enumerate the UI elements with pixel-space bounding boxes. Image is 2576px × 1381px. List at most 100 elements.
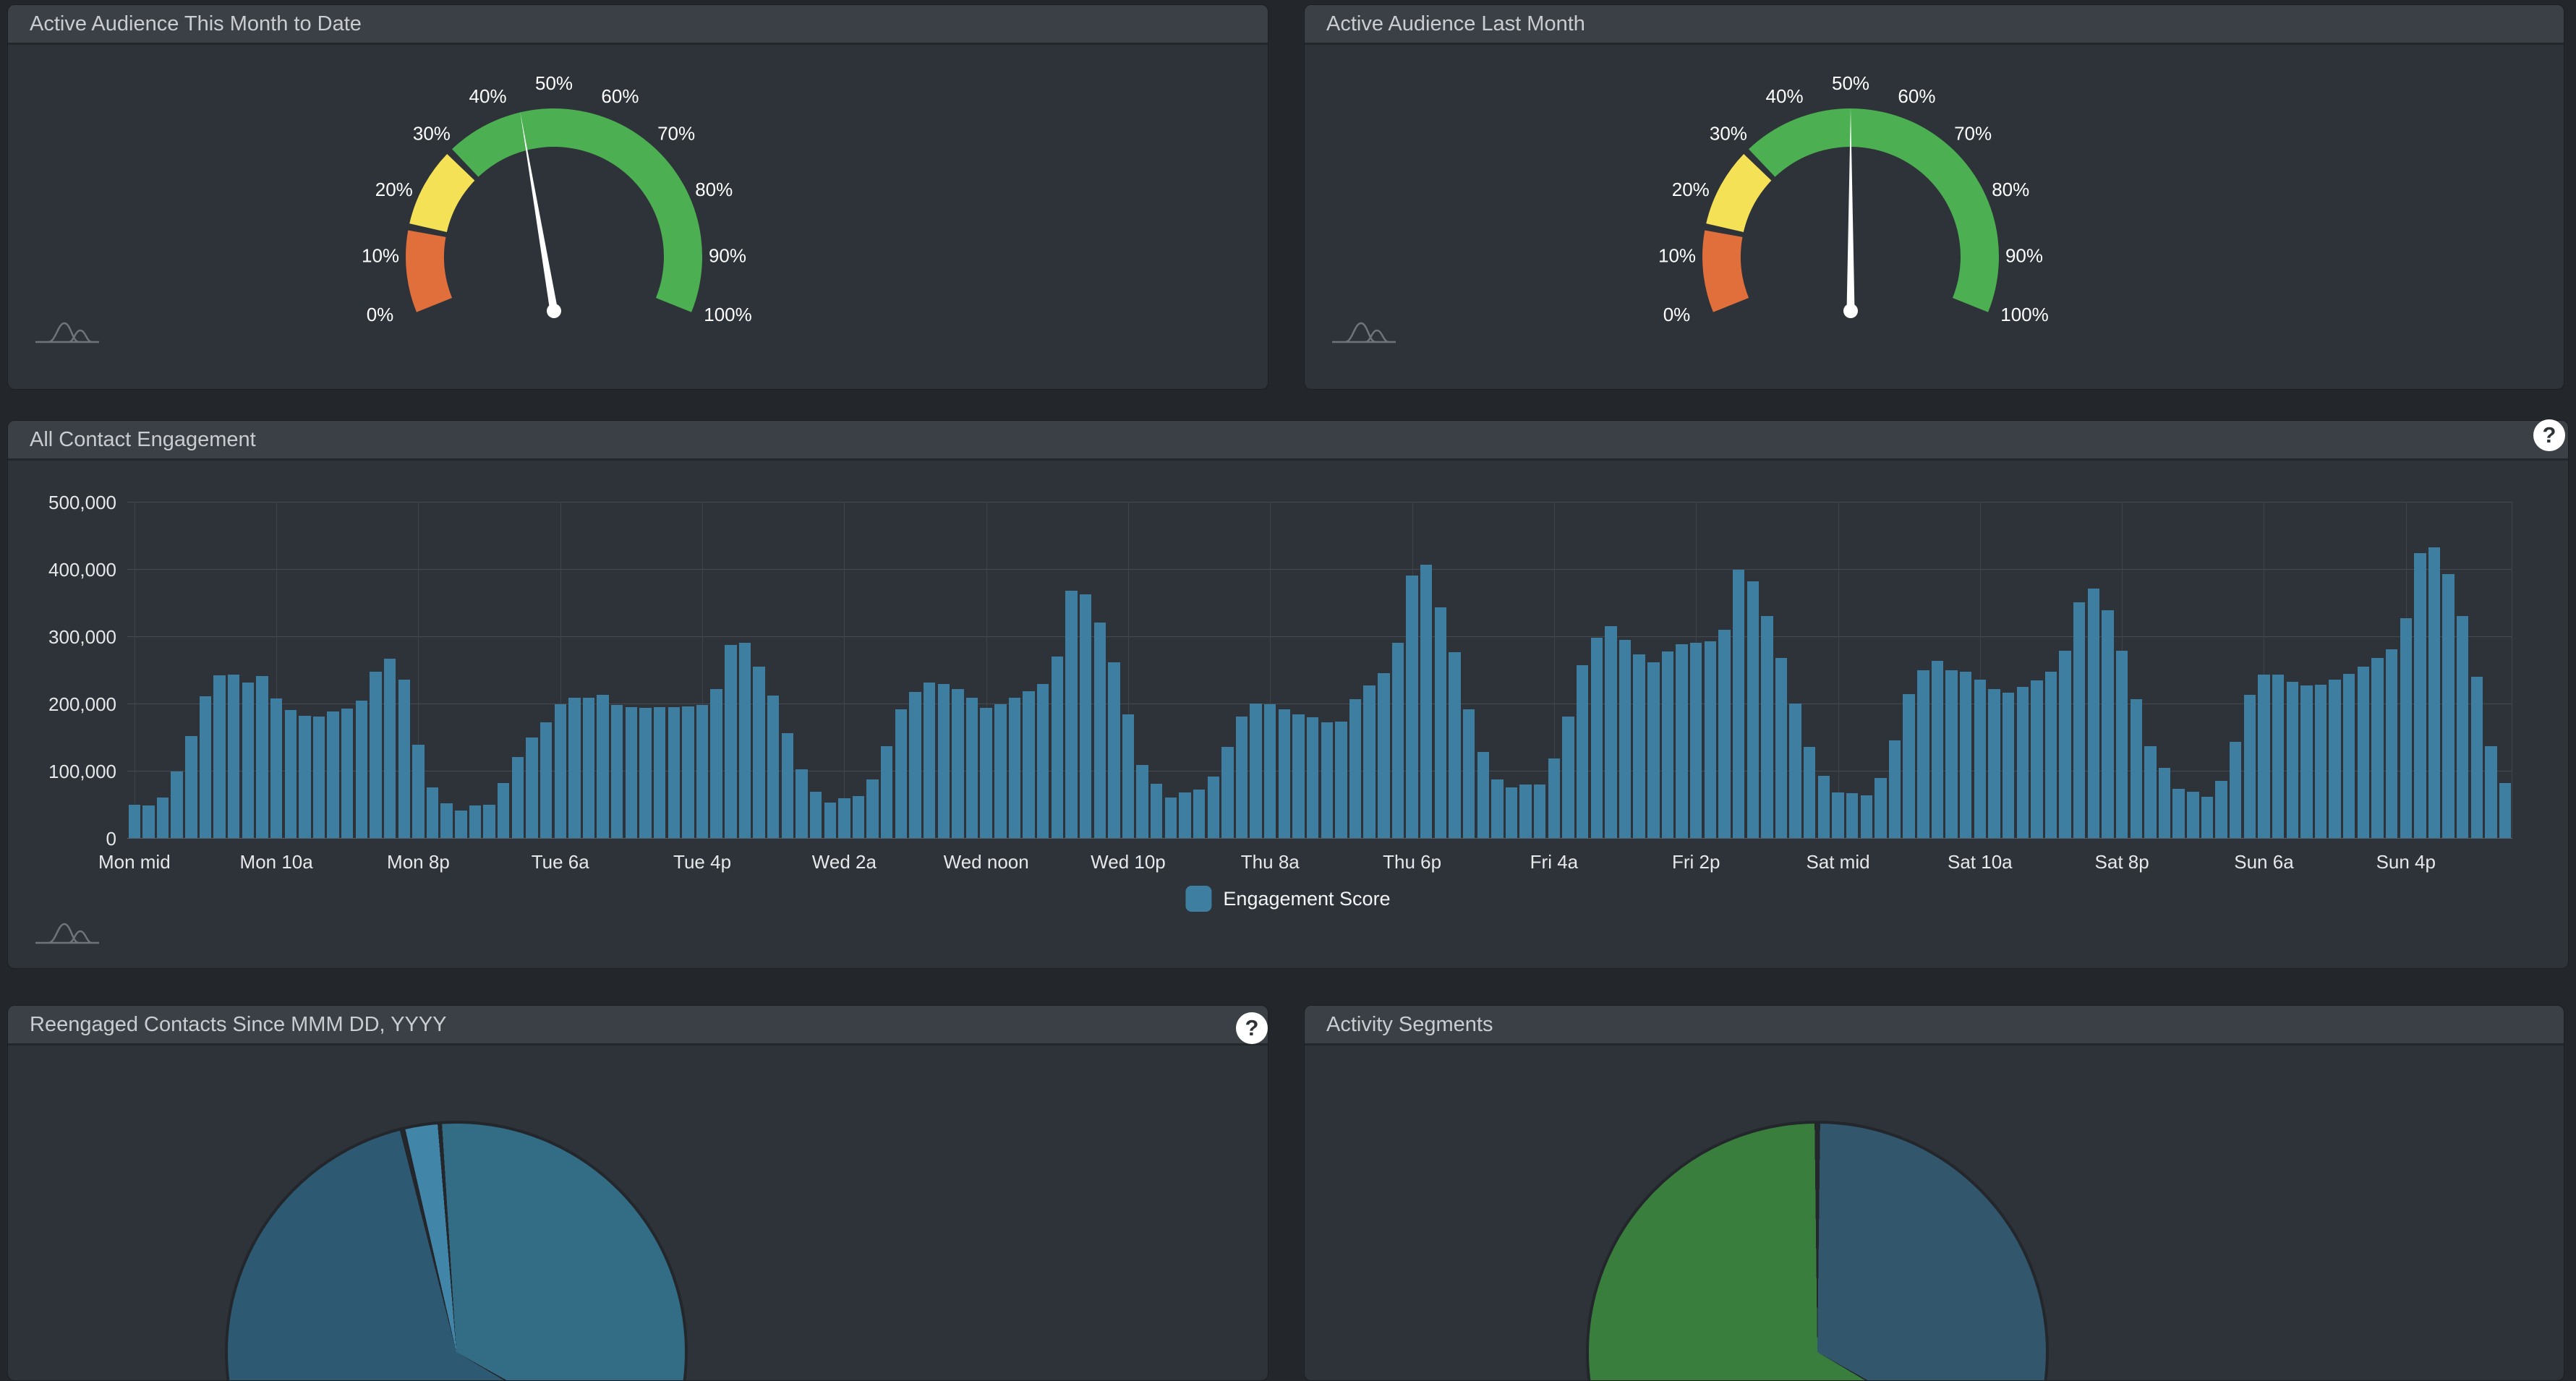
engagement-bar[interactable] [2031, 680, 2042, 838]
engagement-bar[interactable] [1647, 662, 1659, 838]
engagement-bar[interactable] [483, 805, 495, 839]
engagement-bar[interactable] [142, 805, 154, 838]
engagement-bar[interactable] [1335, 722, 1347, 838]
engagement-bar[interactable] [1221, 747, 1233, 838]
engagement-bar[interactable] [725, 645, 736, 838]
engagement-bar[interactable] [1903, 694, 1914, 838]
engagement-bar[interactable] [1052, 657, 1063, 838]
engagement-bar[interactable] [1065, 591, 1077, 838]
engagement-bar[interactable] [285, 710, 297, 838]
engagement-bar[interactable] [909, 692, 921, 838]
engagement-bar[interactable] [1932, 661, 1943, 838]
engagement-bar[interactable] [753, 667, 764, 838]
engagement-bar[interactable] [1733, 570, 1744, 838]
engagement-bar[interactable] [938, 684, 950, 838]
engagement-bar[interactable] [1435, 607, 1446, 838]
engagement-bar[interactable] [370, 672, 381, 838]
engagement-bar[interactable] [1662, 651, 1673, 838]
engagement-bar[interactable] [2201, 797, 2213, 838]
engagement-bar[interactable] [1676, 644, 1687, 838]
engagement-bar[interactable] [213, 675, 225, 838]
engagement-bar[interactable] [1591, 638, 1603, 838]
engagement-bar[interactable] [1449, 652, 1460, 838]
engagement-bar[interactable] [427, 787, 438, 838]
engagement-bar[interactable] [1605, 626, 1616, 838]
engagement-bar[interactable] [1846, 793, 1858, 838]
engagement-bar[interactable] [555, 704, 566, 838]
engagement-bar[interactable] [696, 705, 708, 838]
engagement-bar[interactable] [639, 708, 651, 838]
engagement-bar[interactable] [341, 709, 353, 838]
engagement-bar[interactable] [2017, 687, 2029, 838]
engagement-bar[interactable] [327, 711, 338, 838]
engagement-bar[interactable] [1775, 658, 1787, 838]
engagement-bar[interactable] [1789, 704, 1801, 838]
engagement-bar[interactable] [682, 706, 694, 838]
engagement-bar[interactable] [2258, 675, 2269, 838]
engagement-bar[interactable] [2300, 685, 2312, 838]
engagement-bar[interactable] [1519, 784, 1531, 838]
legend-engagement-score[interactable]: Engagement Score [1185, 886, 1390, 912]
engagement-bar[interactable] [1080, 594, 1091, 838]
engagement-bar[interactable] [796, 769, 807, 838]
engagement-bar[interactable] [2102, 610, 2113, 838]
engagement-bar[interactable] [1151, 784, 1162, 838]
engagement-bar[interactable] [157, 798, 169, 838]
engagement-bar[interactable] [1761, 616, 1773, 838]
engagement-bar[interactable] [1619, 640, 1631, 838]
engagement-bar[interactable] [2116, 651, 2128, 838]
engagement-bar[interactable] [980, 708, 991, 838]
engagement-bar[interactable] [1804, 747, 1815, 838]
engagement-bar[interactable] [1406, 576, 1417, 838]
engagement-bar[interactable] [2172, 789, 2184, 838]
engagement-bar[interactable] [1392, 643, 1404, 838]
engagement-bar[interactable] [2485, 746, 2496, 838]
engagement-bar[interactable] [1974, 680, 1986, 838]
engagement-bar[interactable] [966, 698, 978, 838]
engagement-bar[interactable] [626, 707, 637, 838]
engagement-bar[interactable] [810, 792, 822, 838]
engagement-bar[interactable] [994, 704, 1006, 838]
engagement-bar[interactable] [228, 675, 239, 838]
engagement-bar[interactable] [1136, 765, 1148, 838]
engagement-bar[interactable] [2073, 602, 2085, 838]
engagement-bar[interactable] [739, 643, 751, 838]
engagement-bar[interactable] [2187, 792, 2198, 838]
engagement-bar[interactable] [824, 803, 836, 838]
engagement-bar[interactable] [597, 695, 608, 838]
help-icon[interactable]: ? [1236, 1012, 1268, 1044]
engagement-bar[interactable] [1875, 778, 1886, 838]
engagement-bar[interactable] [242, 683, 254, 838]
engagement-bar[interactable] [2159, 768, 2170, 838]
engagement-bar[interactable] [1378, 673, 1389, 838]
engagement-bar[interactable] [654, 707, 665, 838]
engagement-bar[interactable] [2386, 649, 2397, 838]
engagement-bar[interactable] [2358, 667, 2369, 838]
engagement-bar[interactable] [313, 717, 325, 838]
engagement-bar[interactable] [1491, 779, 1503, 838]
engagement-bar[interactable] [866, 779, 878, 838]
engagement-bar[interactable] [1292, 714, 1304, 838]
engagement-bar[interactable] [1960, 672, 1971, 838]
engagement-bar[interactable] [2131, 699, 2142, 838]
engagement-bar[interactable] [853, 796, 864, 838]
engagement-bar[interactable] [2428, 547, 2440, 838]
engagement-bar[interactable] [1945, 670, 1957, 838]
engagement-bar[interactable] [2442, 574, 2454, 838]
engagement-bar[interactable] [1307, 717, 1318, 838]
pie-chart-reengaged-contacts[interactable] [225, 1121, 688, 1381]
engagement-bar[interactable] [583, 698, 594, 838]
engagement-bar[interactable] [1264, 704, 1276, 838]
engagement-bar[interactable] [2329, 680, 2340, 838]
engagement-bar[interactable] [455, 811, 466, 838]
engagement-bar[interactable] [299, 716, 310, 838]
engagement-bar[interactable] [1690, 643, 1702, 838]
engagement-bar[interactable] [1718, 630, 1730, 838]
engagement-bar[interactable] [2045, 672, 2057, 838]
engagement-bar[interactable] [440, 803, 452, 838]
engagement-bar[interactable] [1122, 714, 1134, 838]
engagement-bar[interactable] [2414, 553, 2426, 838]
engagement-bar[interactable] [1861, 795, 1872, 838]
engagement-bar[interactable] [512, 757, 524, 838]
engagement-bar[interactable] [2059, 651, 2070, 838]
